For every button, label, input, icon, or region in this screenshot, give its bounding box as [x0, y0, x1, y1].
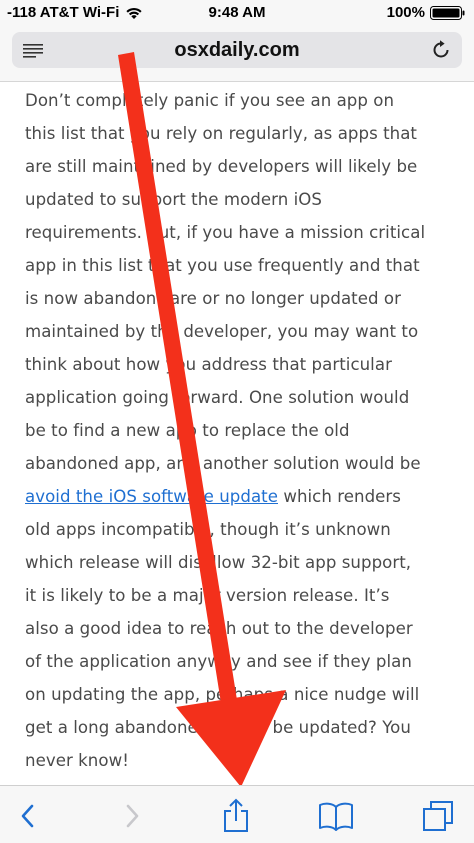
article-line: abandoned app, and another solution woul…: [25, 454, 421, 473]
article-line: old apps incompatible, though it’s unkno…: [25, 520, 391, 539]
article-line: is now abandonware or no longer updated …: [25, 289, 401, 308]
tabs-button[interactable]: [420, 798, 456, 834]
share-button[interactable]: [218, 798, 254, 834]
forward-button[interactable]: [114, 798, 150, 834]
article-line: never know!: [25, 751, 129, 770]
article-line: Don’t completely panic if you see an app…: [25, 91, 395, 110]
url-text[interactable]: osxdaily.com: [12, 39, 462, 62]
article-line: which release will disallow 32-bit app s…: [25, 553, 412, 572]
battery-percent: 100%: [386, 4, 425, 21]
article-line: updated to support the modern iOS: [25, 190, 322, 209]
article-line-tail: which renders: [278, 487, 401, 506]
article-line: this list that you rely on regularly, as…: [25, 124, 417, 143]
article-paragraph: Don’t completely panic if you see an app…: [25, 84, 465, 774]
battery-icon: [430, 5, 465, 20]
address-bar-area: osxdaily.com: [0, 28, 474, 82]
article-line: get a long abandoned app to be updated? …: [25, 718, 411, 737]
article-line: on updating the app, perhaps a nice nudg…: [25, 685, 420, 704]
bookmarks-icon: [319, 802, 353, 831]
article-line: application going forward. One solution …: [25, 388, 410, 407]
share-icon: [224, 798, 248, 832]
article-line: also a good idea to reach out to the dev…: [25, 619, 413, 638]
reload-icon[interactable]: [430, 39, 452, 61]
bookmarks-button[interactable]: [318, 798, 354, 834]
article-line: of the application anyway and see if the…: [25, 652, 412, 671]
tabs-icon: [423, 801, 453, 831]
status-bar: -118 AT&T Wi-Fi 9:48 AM 100%: [0, 0, 474, 28]
article-line-with-link: avoid the iOS software update which rend…: [25, 480, 465, 513]
article-line: maintained by the developer, you may wan…: [25, 322, 419, 341]
forward-icon: [126, 804, 139, 828]
back-icon: [21, 804, 34, 828]
avoid-ios-update-link[interactable]: avoid the iOS software update: [25, 487, 278, 506]
bottom-toolbar: [0, 785, 474, 843]
article-line: are still maintained by developers will …: [25, 157, 418, 176]
article-line: requirements. But, if you have a mission…: [25, 223, 426, 242]
article-line: think about how you address that particu…: [25, 355, 392, 374]
article-line: it is likely to be a major version relea…: [25, 586, 390, 605]
article-body: Don’t completely panic if you see an app…: [25, 84, 465, 774]
back-button[interactable]: [10, 798, 46, 834]
address-bar[interactable]: osxdaily.com: [12, 32, 462, 68]
battery-indicator: 100%: [387, 4, 466, 21]
article-line: be to find a new app to replace the old: [25, 421, 350, 440]
article-line: app in this list that you use frequently…: [25, 256, 420, 275]
